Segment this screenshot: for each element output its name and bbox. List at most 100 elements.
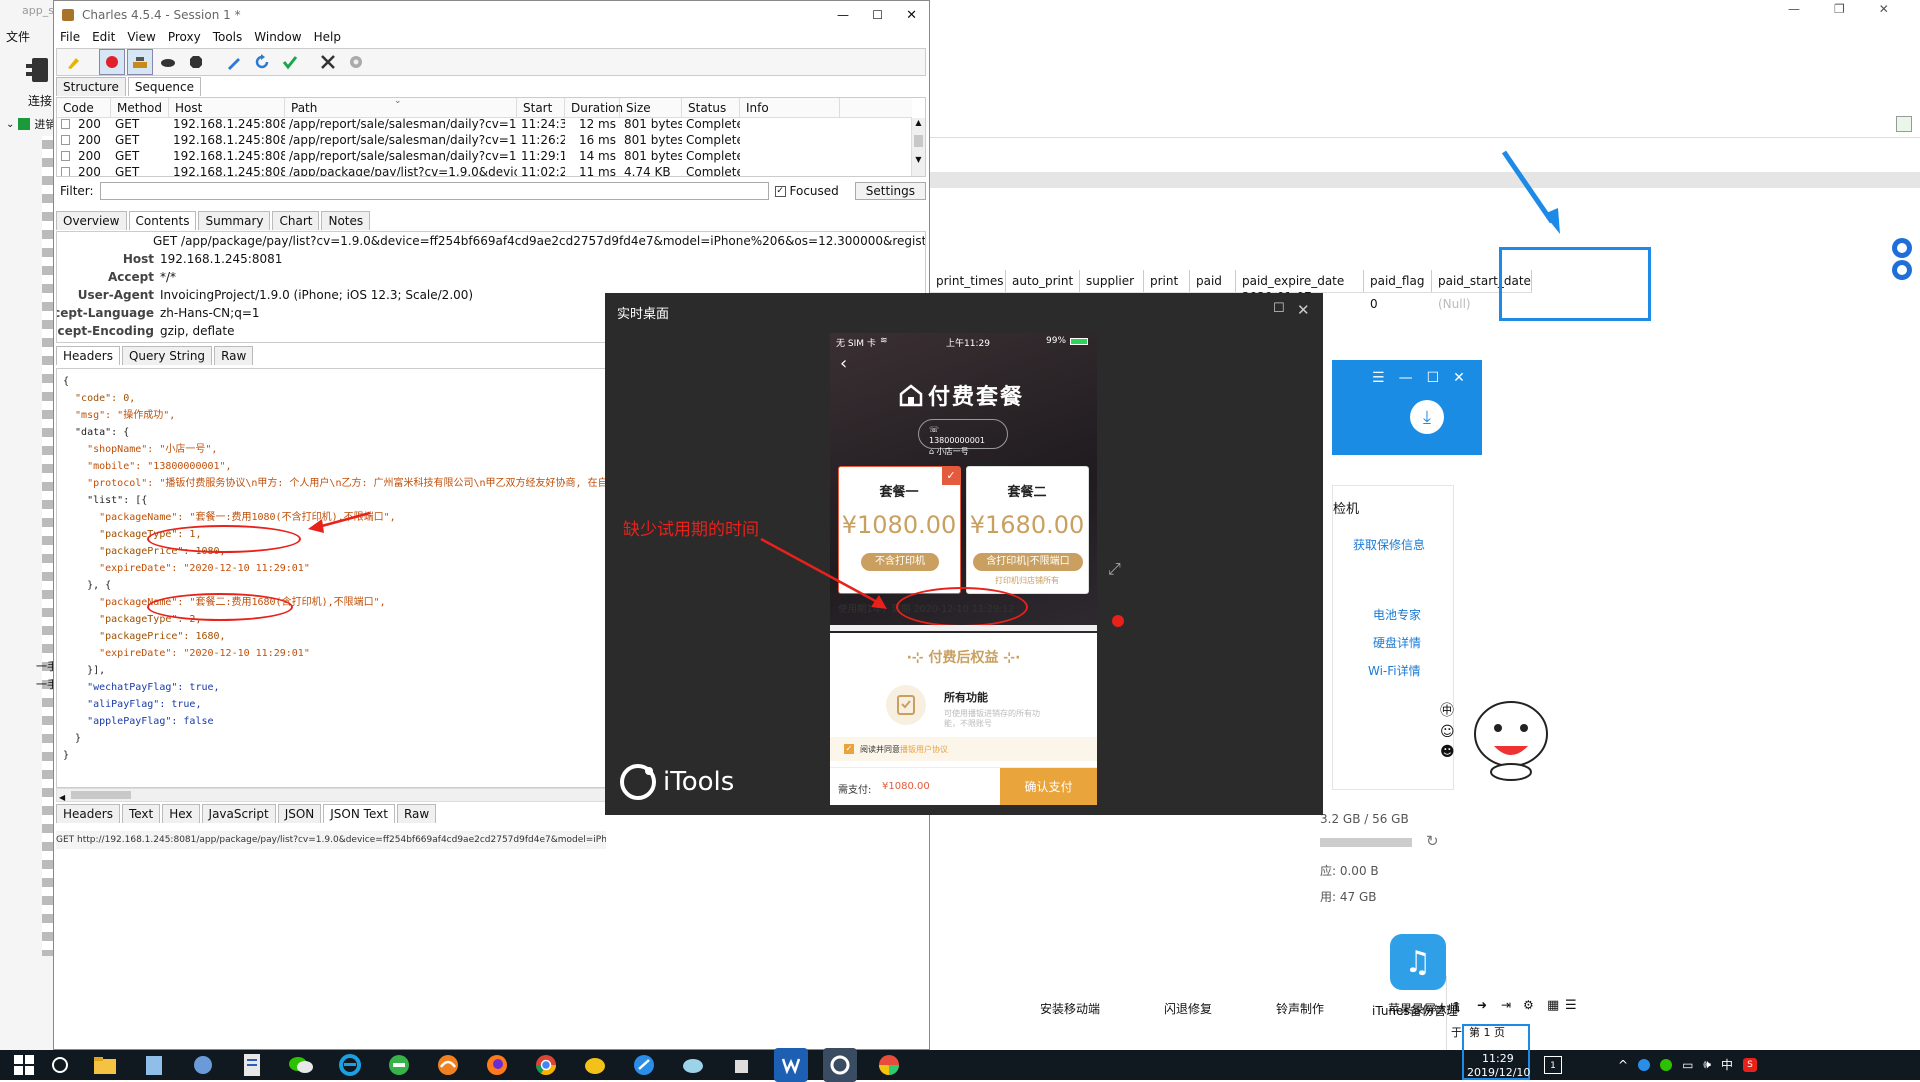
tab-resp-json[interactable]: JSON: [277, 804, 322, 823]
menu-file[interactable]: File: [60, 30, 80, 48]
crash-fix-button[interactable]: 闪退修复: [1164, 1000, 1212, 1017]
tab-structure[interactable]: Structure: [56, 77, 126, 96]
table-row[interactable]: 200 GET 192.168.1.245:8081/app/report/sale…: [57, 148, 912, 164]
file-explorer-icon[interactable]: [88, 1048, 122, 1082]
fullscreen-icon[interactable]: ⤢: [1108, 559, 1121, 579]
tab-raw[interactable]: Raw: [214, 346, 254, 365]
tab-resp-raw[interactable]: Raw: [396, 804, 437, 823]
disk-link[interactable]: 硬盘详情: [1373, 634, 1421, 651]
column-header-method[interactable]: Method: [111, 98, 169, 117]
package-tag[interactable]: 含打印机|不限端口: [973, 553, 1083, 571]
tab-resp-headers[interactable]: Headers: [56, 804, 120, 823]
chevron-down-icon[interactable]: ⌄: [6, 119, 14, 130]
agree-checkbox[interactable]: ✓: [844, 744, 854, 754]
minimize-icon[interactable]: —: [837, 8, 849, 22]
tray-wechat-icon[interactable]: [1660, 1058, 1673, 1071]
start-icon[interactable]: [14, 1055, 34, 1075]
notepad-icon[interactable]: [137, 1048, 171, 1082]
table-row[interactable]: 200 GET 192.168.1.245:8081/app/report/sale…: [57, 132, 912, 148]
restore-icon[interactable]: ❐: [1834, 2, 1845, 16]
menu-window[interactable]: Window: [254, 30, 301, 48]
db-cell[interactable]: 0: [1364, 297, 1432, 311]
pager-last-icon[interactable]: ⇥: [1501, 998, 1511, 1012]
tools-icon[interactable]: [315, 49, 341, 75]
tab-contents[interactable]: Contents: [128, 211, 197, 230]
scroll-left-icon[interactable]: ◀: [59, 793, 65, 802]
scroll-up-icon[interactable]: ▲: [912, 118, 925, 127]
table-row[interactable]: 200 GET 192.168.1.245:8081/app/report/sale…: [57, 116, 912, 132]
scrollbar[interactable]: ▲ ▼: [911, 118, 925, 176]
column-header-code[interactable]: Code: [57, 98, 111, 117]
tab-resp-javascript[interactable]: JavaScript: [201, 804, 276, 823]
record-icon[interactable]: [99, 49, 125, 75]
db-column-header[interactable]: print_times: [930, 270, 1006, 292]
chevron-up-icon[interactable]: ^: [1618, 1058, 1628, 1072]
minimize-icon[interactable]: —: [1788, 2, 1800, 16]
db-column-header[interactable]: auto_print: [1006, 270, 1080, 292]
menu-tools[interactable]: Tools: [213, 30, 243, 48]
scroll-thumb[interactable]: [71, 791, 131, 799]
turtle-icon[interactable]: [155, 49, 181, 75]
menu-file[interactable]: 文件: [6, 28, 30, 45]
feather-icon[interactable]: [627, 1048, 661, 1082]
emoji-icon[interactable]: ㊥: [1440, 700, 1455, 720]
scroll-down-icon[interactable]: ▼: [912, 155, 925, 164]
broom-icon[interactable]: [61, 49, 87, 75]
emoji-icon[interactable]: ☺: [1440, 724, 1455, 740]
db-column-header[interactable]: paid: [1190, 270, 1236, 292]
network-tray-icon[interactable]: ▭: [1682, 1058, 1693, 1072]
connect-label[interactable]: 连接: [28, 92, 52, 109]
focused-checkbox[interactable]: ✓: [774, 185, 786, 197]
maximize-icon[interactable]: ☐: [1273, 301, 1285, 316]
bird-icon[interactable]: [676, 1048, 710, 1082]
tab-notes[interactable]: Notes: [321, 211, 371, 230]
column-header-host[interactable]: Host: [169, 98, 285, 117]
notification-icon[interactable]: 1: [1544, 1056, 1562, 1074]
db-column-header[interactable]: supplier: [1080, 270, 1144, 292]
column-header-duration[interactable]: Duration: [565, 98, 623, 117]
pen-icon[interactable]: [221, 49, 247, 75]
menu-view[interactable]: View: [127, 30, 155, 48]
stop-icon[interactable]: [183, 49, 209, 75]
scroll-thumb[interactable]: [914, 135, 923, 147]
charles-taskbar-icon[interactable]: [431, 1048, 465, 1082]
filter-input[interactable]: [99, 182, 769, 200]
pager-settings-icon[interactable]: ⚙: [1523, 998, 1534, 1012]
check-icon[interactable]: [277, 49, 303, 75]
tab-resp-hex[interactable]: Hex: [162, 804, 200, 823]
document-icon[interactable]: [235, 1048, 269, 1082]
rainbow-icon[interactable]: [872, 1048, 906, 1082]
db-column-header[interactable]: print: [1144, 270, 1190, 292]
firefox-icon[interactable]: [480, 1048, 514, 1082]
menu-help[interactable]: Help: [314, 30, 341, 48]
menu-edit[interactable]: Edit: [92, 30, 115, 48]
sogou-icon[interactable]: S: [1742, 1057, 1757, 1072]
tray-app-icon[interactable]: [1638, 1058, 1651, 1071]
wifi-link[interactable]: Wi-Fi详情: [1368, 662, 1421, 679]
duck-icon[interactable]: [578, 1048, 612, 1082]
tab-headers[interactable]: Headers: [56, 346, 120, 365]
close-icon[interactable]: ✕: [1297, 301, 1310, 319]
column-header-status[interactable]: Status: [682, 98, 740, 117]
table-row[interactable]: 200 GET 192.168.1.245:8081/app/package/pay…: [57, 164, 912, 176]
volume-icon[interactable]: 🕪: [1703, 1057, 1711, 1072]
ie-icon[interactable]: [333, 1048, 367, 1082]
close-icon[interactable]: ✕: [1879, 2, 1889, 16]
green-browser-icon[interactable]: [382, 1048, 416, 1082]
itunes-icon[interactable]: ♫: [1390, 934, 1446, 990]
throttle-icon[interactable]: [127, 49, 153, 75]
menu-icon[interactable]: ☰: [1372, 370, 1385, 386]
network-icon[interactable]: [186, 1048, 220, 1082]
wechat-icon[interactable]: [284, 1048, 318, 1082]
tab-summary[interactable]: Summary: [198, 211, 271, 230]
settings-button[interactable]: Settings: [854, 182, 926, 200]
plug-icon[interactable]: [24, 54, 56, 90]
tab-resp-json-text[interactable]: JSON Text: [323, 804, 395, 823]
column-header-info[interactable]: Info: [740, 98, 840, 117]
record-dot[interactable]: [1112, 615, 1124, 627]
ime-label[interactable]: 中: [1721, 1056, 1733, 1073]
ringtone-button[interactable]: 铃声制作: [1276, 1000, 1324, 1017]
package-card-2[interactable]: 套餐二 ¥1680.00 含打印机|不限端口 打印机归店铺所有: [966, 466, 1089, 594]
maximize-icon[interactable]: ☐: [872, 8, 883, 22]
chrome-icon[interactable]: [529, 1048, 563, 1082]
